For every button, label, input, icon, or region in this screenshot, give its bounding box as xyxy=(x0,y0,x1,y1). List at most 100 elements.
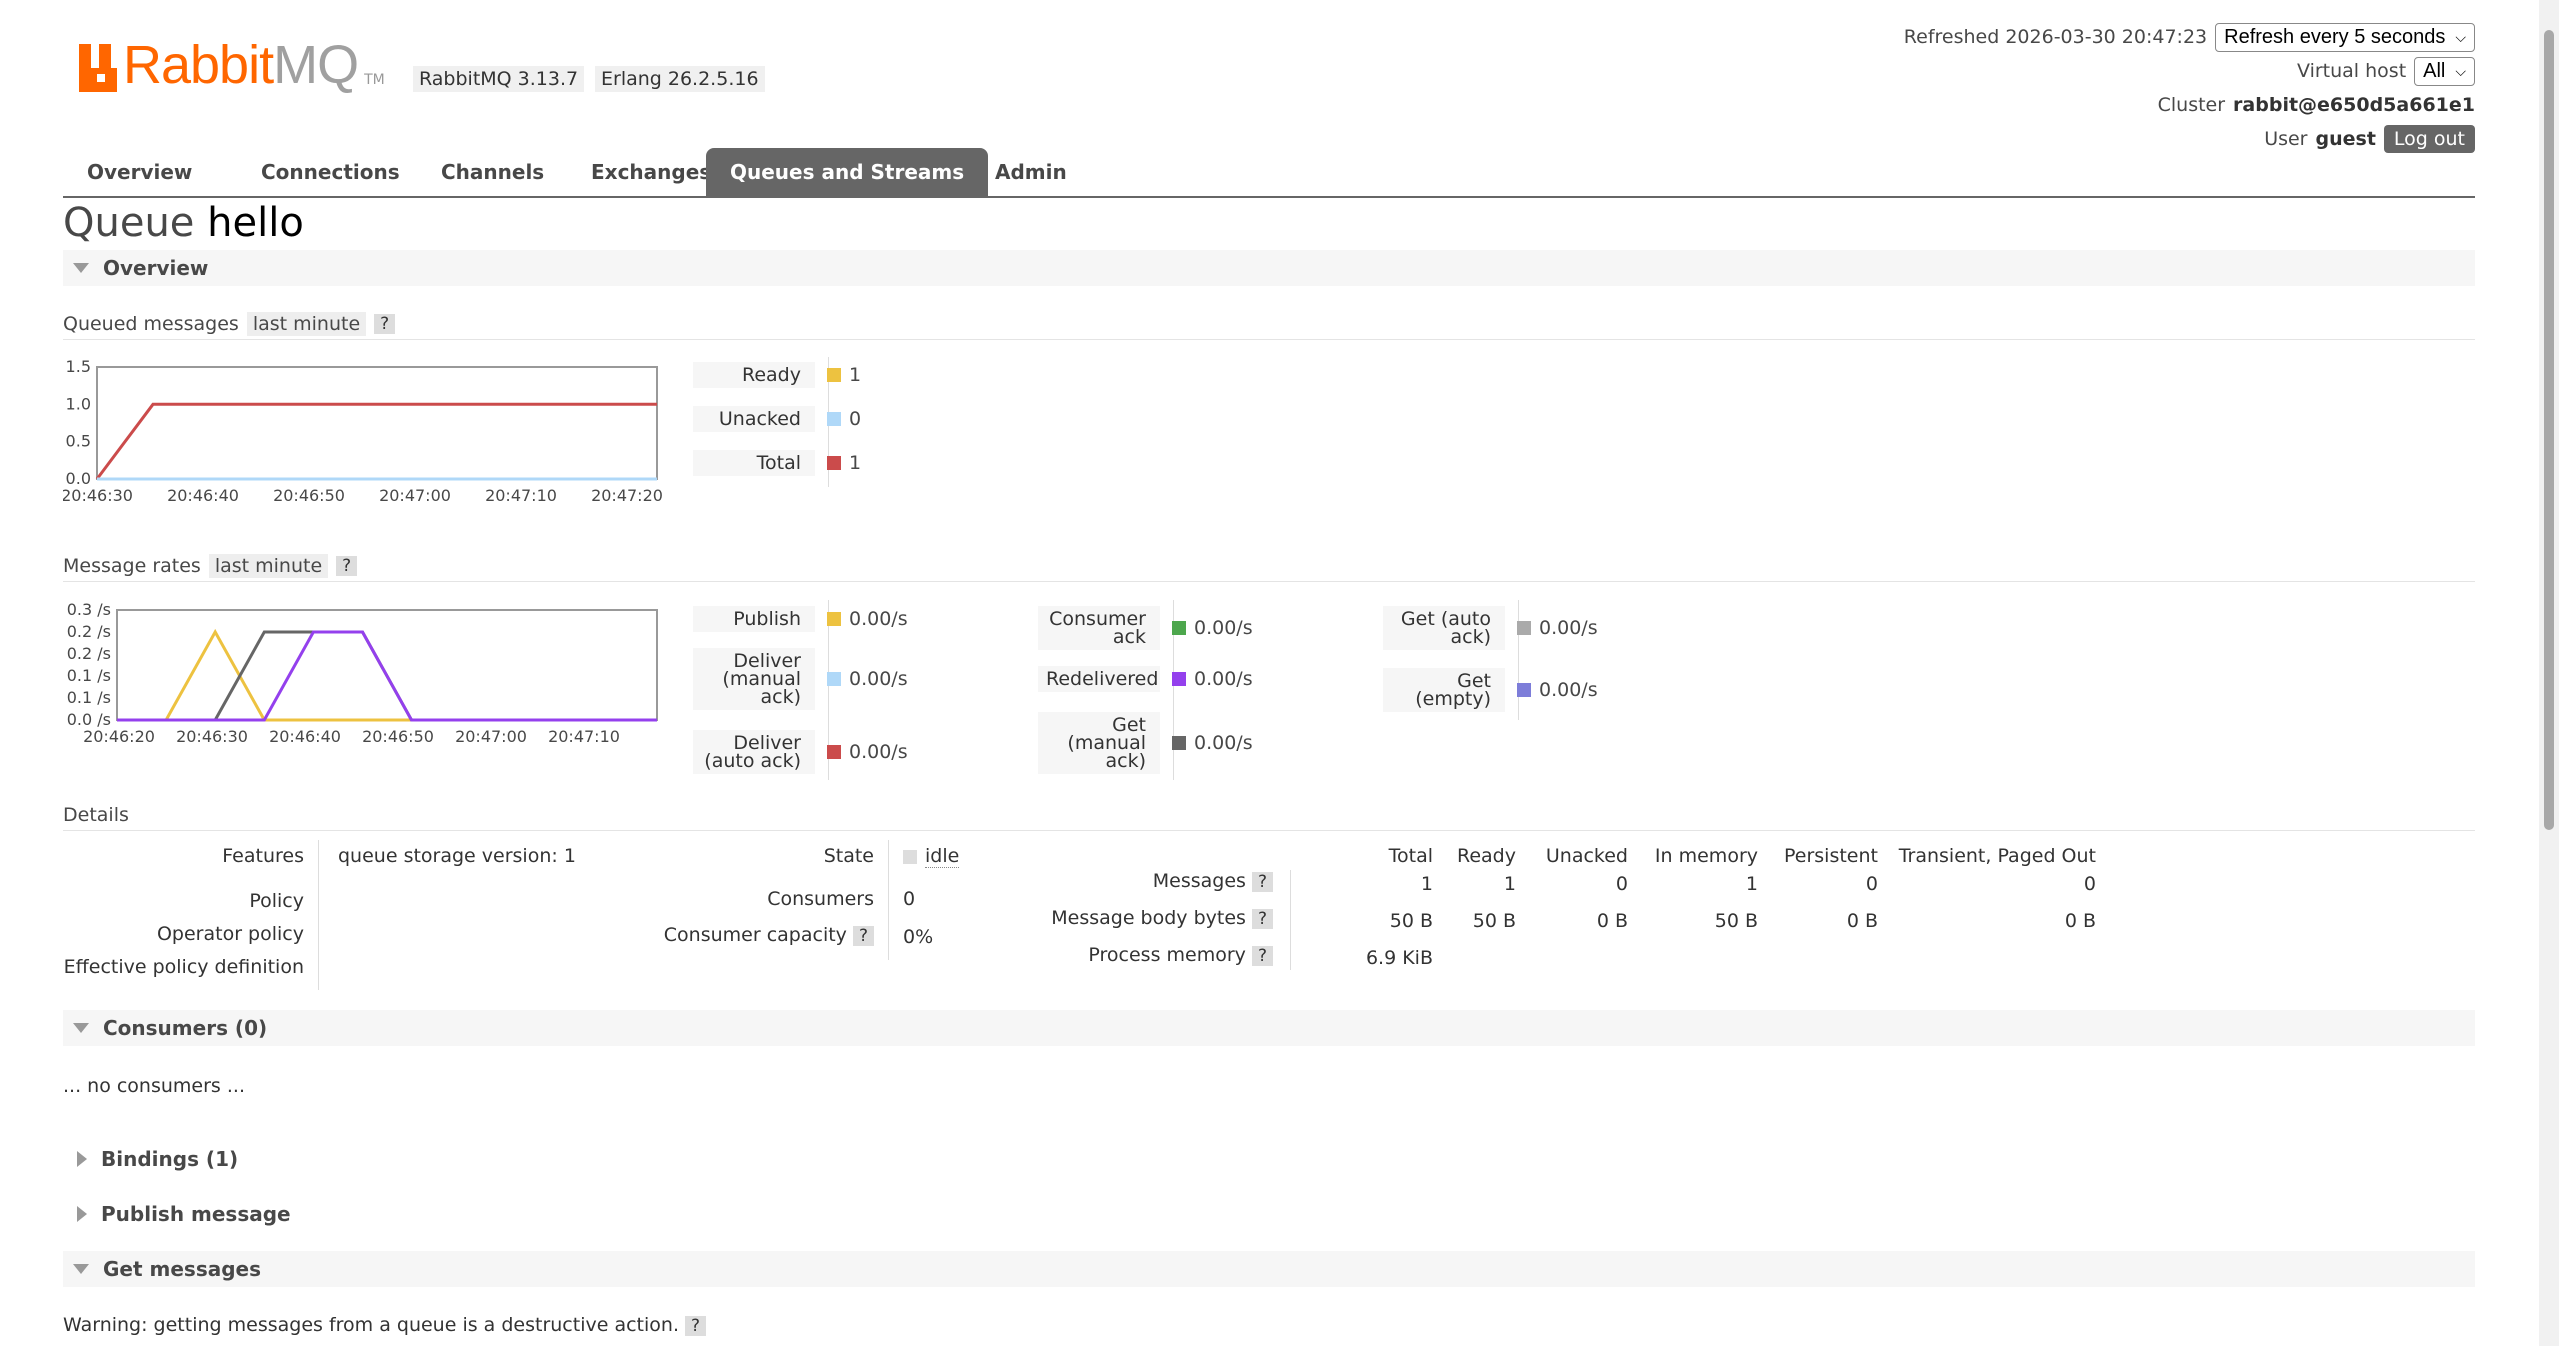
chevron-down-icon: ⌵ xyxy=(2455,62,2466,79)
tab-admin[interactable]: Admin xyxy=(971,148,1091,196)
x-tick-label: 20:46:50 xyxy=(273,486,345,505)
legend-get-manual-ack: Get (manual ack) 0.00/s xyxy=(1038,712,1253,774)
tab-queues-and-streams[interactable]: Queues and Streams xyxy=(706,148,989,196)
logo-text: RabbitMQ xyxy=(123,35,359,95)
y-tick-label: 0.1 /s xyxy=(67,688,111,707)
section-bindings-toggle[interactable]: Bindings (1) xyxy=(63,1141,2475,1177)
refreshed-text: Refreshed 2026-03-30 20:47:23 xyxy=(1903,26,2208,48)
section-get-messages-toggle[interactable]: Get messages xyxy=(63,1251,2475,1287)
y-tick-label: 0.2 /s xyxy=(67,622,111,641)
operator-policy-label: Operator policy xyxy=(156,923,304,945)
effective-policy-label: Effective policy definition xyxy=(63,956,304,978)
triangle-down-icon xyxy=(73,1264,89,1274)
header-info: Refreshed 2026-03-30 20:47:23 Refresh ev… xyxy=(1904,20,2475,156)
user-label: User xyxy=(2264,128,2308,150)
x-tick-label: 20:46:20 xyxy=(83,727,155,746)
y-tick-label: 0.2 /s xyxy=(67,644,111,663)
legend-deliver-manual-ack: Deliver (manual ack) 0.00/s xyxy=(693,648,908,710)
message-body-bytes-row-label: Message body bytes ? xyxy=(963,907,1273,929)
rabbit-logo-icon xyxy=(79,44,117,92)
message-rates-chart: 0.3 /s0.2 /s0.2 /s0.1 /s0.1 /s0.0 /s20:4… xyxy=(67,600,658,746)
vhost-select[interactable]: All ⌵ xyxy=(2414,56,2475,86)
x-tick-label: 20:46:30 xyxy=(176,727,248,746)
x-tick-label: 20:46:50 xyxy=(362,727,434,746)
rates-range-button[interactable]: last minute xyxy=(208,554,329,578)
help-icon[interactable]: ? xyxy=(852,926,874,946)
y-tick-label: 1.5 xyxy=(66,357,91,376)
consumer-capacity-value: 0% xyxy=(903,926,934,948)
x-tick-label: 20:47:20 xyxy=(591,486,663,505)
x-tick-label: 20:47:00 xyxy=(379,486,451,505)
main-tabs: Overview Connections Channels Exchanges … xyxy=(63,148,2475,198)
legend-consumer-ack: Consumer ack 0.00/s xyxy=(1038,606,1253,650)
section-overview-toggle[interactable]: Overview xyxy=(63,250,2475,286)
legend-publish: Publish 0.00/s xyxy=(693,606,908,632)
x-tick-label: 20:46:30 xyxy=(63,486,133,505)
messages-row-label: Messages ? xyxy=(963,870,1273,892)
x-tick-label: 20:46:40 xyxy=(269,727,341,746)
scrollbar-thumb[interactable] xyxy=(2544,30,2554,830)
unacked-swatch xyxy=(827,412,841,426)
process-memory-row-label: Process memory ? xyxy=(963,944,1273,966)
consumer-capacity-label: Consumer capacity ? xyxy=(623,924,874,946)
page-title: Queue hello xyxy=(63,200,304,246)
queued-messages-chart: 1.51.00.50.020:46:30 20:46:40 20:46:50 20:4… xyxy=(63,357,663,505)
help-icon[interactable]: ? xyxy=(336,556,358,576)
warning-text: Warning: getting messages from a queue i… xyxy=(63,1314,707,1336)
help-icon[interactable]: ? xyxy=(1251,872,1273,892)
x-tick-label: 20:47:00 xyxy=(455,727,527,746)
legend-get-empty: Get (empty) 0.00/s xyxy=(1383,668,1598,712)
erlang-version: Erlang 26.2.5.16 xyxy=(595,66,765,92)
consumers-label: Consumers xyxy=(767,888,874,910)
details-header: Details xyxy=(63,800,2475,831)
section-consumers-toggle[interactable]: Consumers (0) xyxy=(63,1010,2475,1046)
state-value: idle xyxy=(903,845,960,868)
vertical-scrollbar[interactable] xyxy=(2539,0,2559,1346)
triangle-down-icon xyxy=(73,263,89,273)
features-label: Features xyxy=(222,845,304,867)
total-swatch xyxy=(827,456,841,470)
help-icon[interactable]: ? xyxy=(374,314,396,334)
tab-channels[interactable]: Channels xyxy=(417,148,568,196)
tab-overview[interactable]: Overview xyxy=(63,148,216,196)
user-name: guest xyxy=(2315,128,2376,150)
legend-get-auto-ack: Get (auto ack) 0.00/s xyxy=(1383,606,1598,650)
logo-tm: TM xyxy=(364,72,385,88)
chevron-down-icon: ⌵ xyxy=(2455,28,2466,45)
legend-redelivered: Redelivered 0.00/s xyxy=(1038,666,1253,692)
plot-frame xyxy=(96,366,658,480)
legend-ready: Ready 1 xyxy=(693,362,861,388)
queued-messages-header: Queued messages last minute ? xyxy=(63,309,2475,340)
refresh-select[interactable]: Refresh every 5 seconds ⌵ xyxy=(2215,22,2475,52)
help-icon[interactable]: ? xyxy=(1251,909,1273,929)
y-tick-label: 0.3 /s xyxy=(67,600,111,619)
queued-range-button[interactable]: last minute xyxy=(246,312,367,336)
legend-unacked: Unacked 0 xyxy=(693,406,861,432)
state-label: State xyxy=(823,845,874,867)
no-consumers-text: ... no consumers ... xyxy=(63,1075,245,1097)
section-publish-toggle[interactable]: Publish message xyxy=(63,1196,2475,1232)
ready-swatch xyxy=(827,368,841,382)
x-tick-label: 20:47:10 xyxy=(548,727,620,746)
x-tick-label: 20:47:10 xyxy=(485,486,557,505)
cluster-label: Cluster xyxy=(2157,94,2226,116)
legend-deliver-auto-ack: Deliver (auto ack) 0.00/s xyxy=(693,730,908,774)
x-tick-label: 20:46:40 xyxy=(167,486,239,505)
message-rates-header: Message rates last minute ? xyxy=(63,551,2475,582)
legend-total: Total 1 xyxy=(693,450,861,476)
idle-status-icon xyxy=(903,849,917,864)
rabbitmq-logo[interactable]: RabbitMQ TM xyxy=(79,36,385,92)
features-value: queue storage version: 1 xyxy=(338,845,576,867)
y-tick-label: 1.0 xyxy=(66,394,91,413)
tab-connections[interactable]: Connections xyxy=(237,148,424,196)
help-icon[interactable]: ? xyxy=(685,1316,707,1336)
consumers-value: 0 xyxy=(903,888,916,910)
vhost-label: Virtual host xyxy=(2297,60,2407,82)
page: RabbitMQ TM RabbitMQ 3.13.7 Erlang 26.2.… xyxy=(63,0,2475,1346)
policy-label: Policy xyxy=(249,890,304,912)
y-tick-label: 0.5 xyxy=(66,432,91,451)
y-tick-label: 0.1 /s xyxy=(67,666,111,685)
triangle-down-icon xyxy=(73,1023,89,1033)
help-icon[interactable]: ? xyxy=(1251,946,1273,966)
triangle-right-icon xyxy=(77,1151,87,1167)
